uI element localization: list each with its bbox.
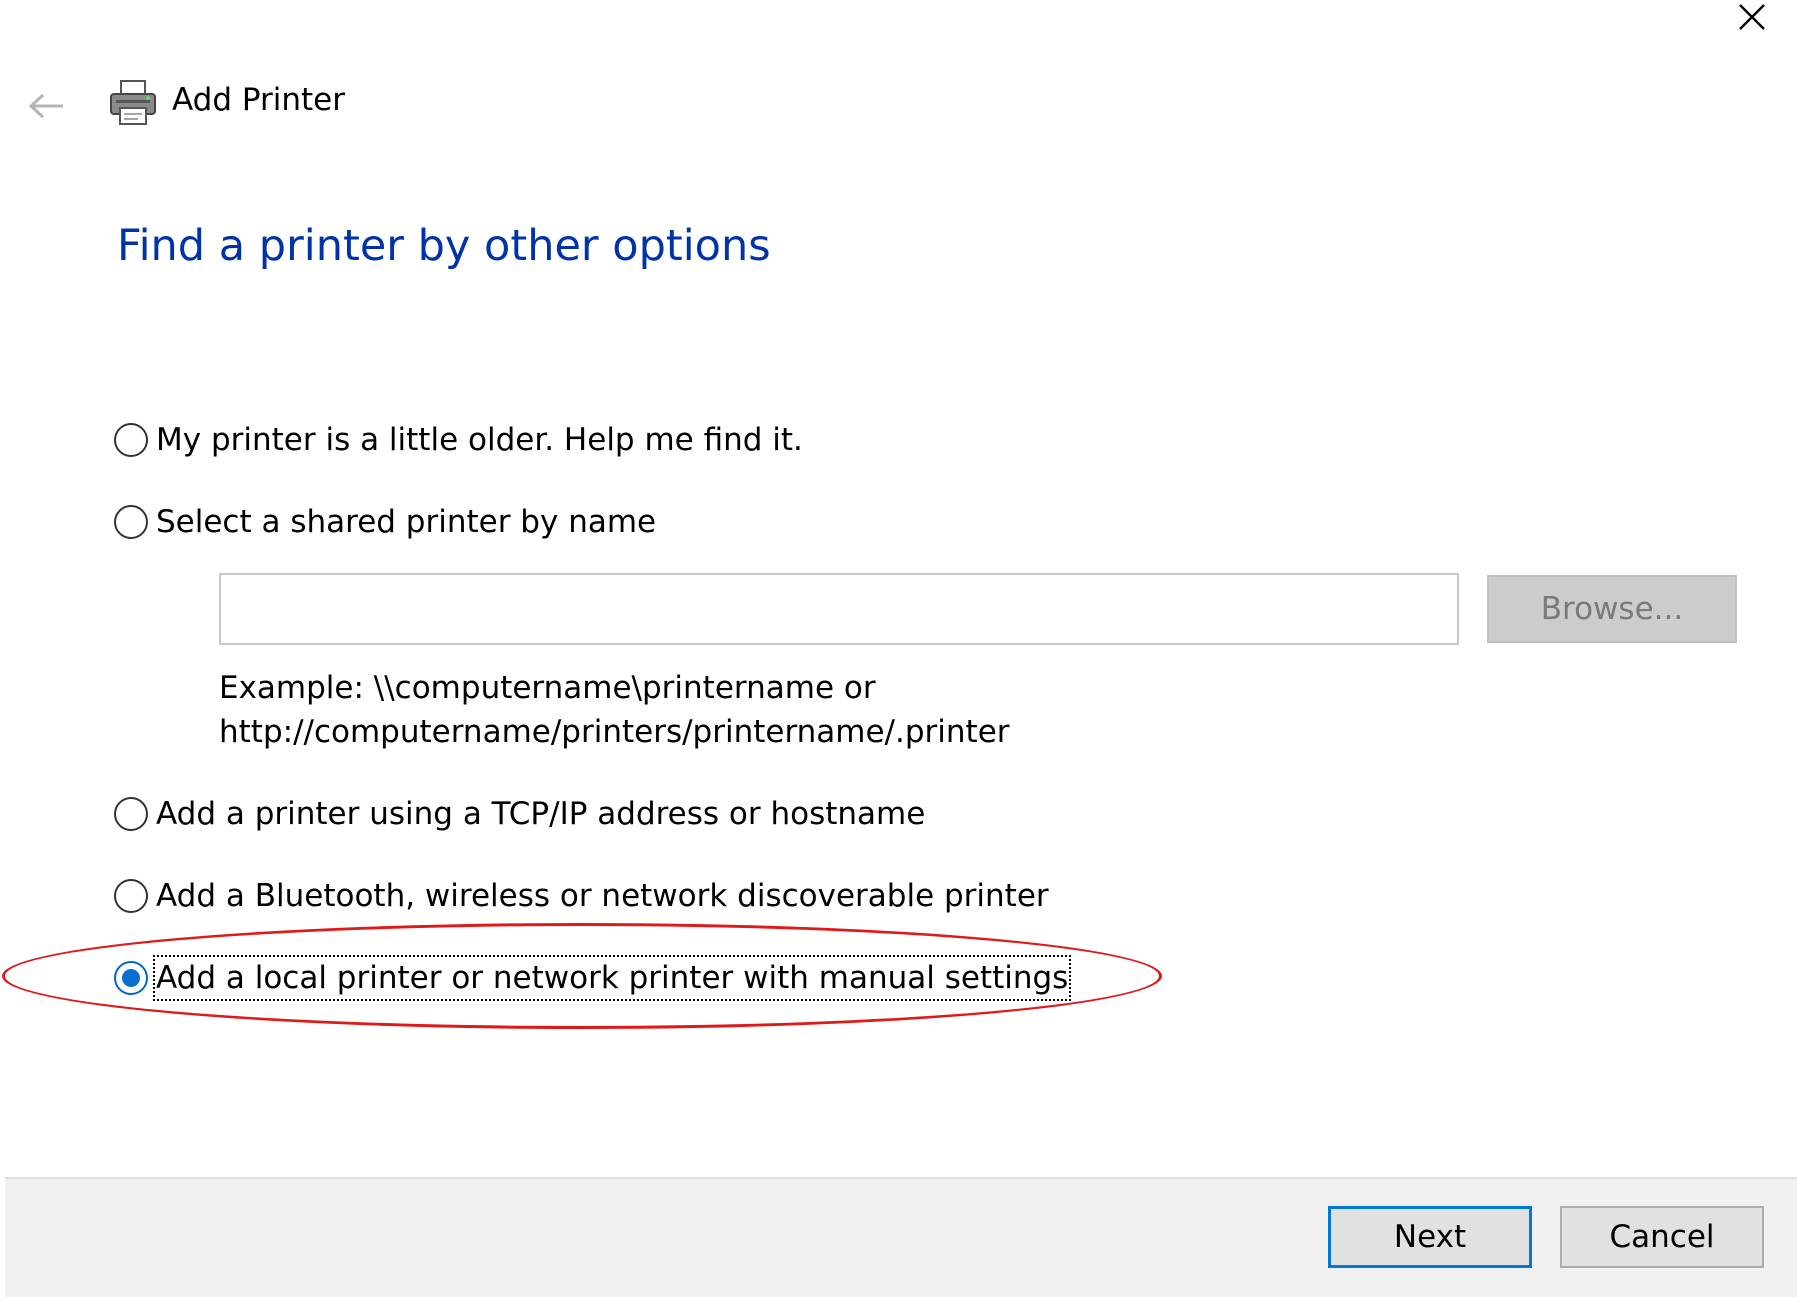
browse-button[interactable]: Browse...: [1487, 575, 1737, 643]
shared-printer-name-input[interactable]: [219, 573, 1459, 645]
radio-shared-printer[interactable]: [114, 505, 148, 539]
option-shared-printer-label: Select a shared printer by name: [156, 504, 657, 540]
printer-icon: [108, 78, 158, 128]
title-bar: Add Printer: [24, 78, 345, 134]
radio-tcpip-printer[interactable]: [114, 797, 148, 831]
example-text: Example: \\computername\printername or h…: [219, 666, 1010, 754]
radio-local-printer[interactable]: [114, 961, 148, 995]
page-heading: Find a printer by other options: [117, 221, 771, 271]
cancel-button[interactable]: Cancel: [1560, 1206, 1764, 1268]
next-button[interactable]: Next: [1328, 1206, 1532, 1268]
option-tcpip-printer-label: Add a printer using a TCP/IP address or …: [156, 796, 926, 832]
option-tcpip-printer[interactable]: Add a printer using a TCP/IP address or …: [114, 794, 925, 834]
example-line-1: Example: \\computername\printername or: [219, 670, 876, 706]
radio-bluetooth-printer[interactable]: [114, 879, 148, 913]
option-bluetooth-printer[interactable]: Add a Bluetooth, wireless or network dis…: [114, 876, 1049, 916]
example-line-2: http://computername/printers/printername…: [219, 714, 1010, 750]
option-older-printer[interactable]: My printer is a little older. Help me fi…: [114, 420, 803, 460]
option-bluetooth-printer-label: Add a Bluetooth, wireless or network dis…: [156, 878, 1049, 914]
option-shared-printer[interactable]: Select a shared printer by name: [114, 502, 656, 542]
radio-older-printer[interactable]: [114, 423, 148, 457]
back-button[interactable]: [24, 83, 70, 129]
close-icon: [1739, 4, 1765, 30]
window-title: Add Printer: [172, 82, 345, 118]
option-older-printer-label: My printer is a little older. Help me fi…: [156, 422, 803, 458]
back-arrow-icon: [28, 93, 63, 119]
close-button[interactable]: [1726, 0, 1778, 34]
option-local-printer-label: Add a local printer or network printer w…: [152, 955, 1072, 1001]
option-local-printer[interactable]: Add a local printer or network printer w…: [114, 955, 1072, 1001]
